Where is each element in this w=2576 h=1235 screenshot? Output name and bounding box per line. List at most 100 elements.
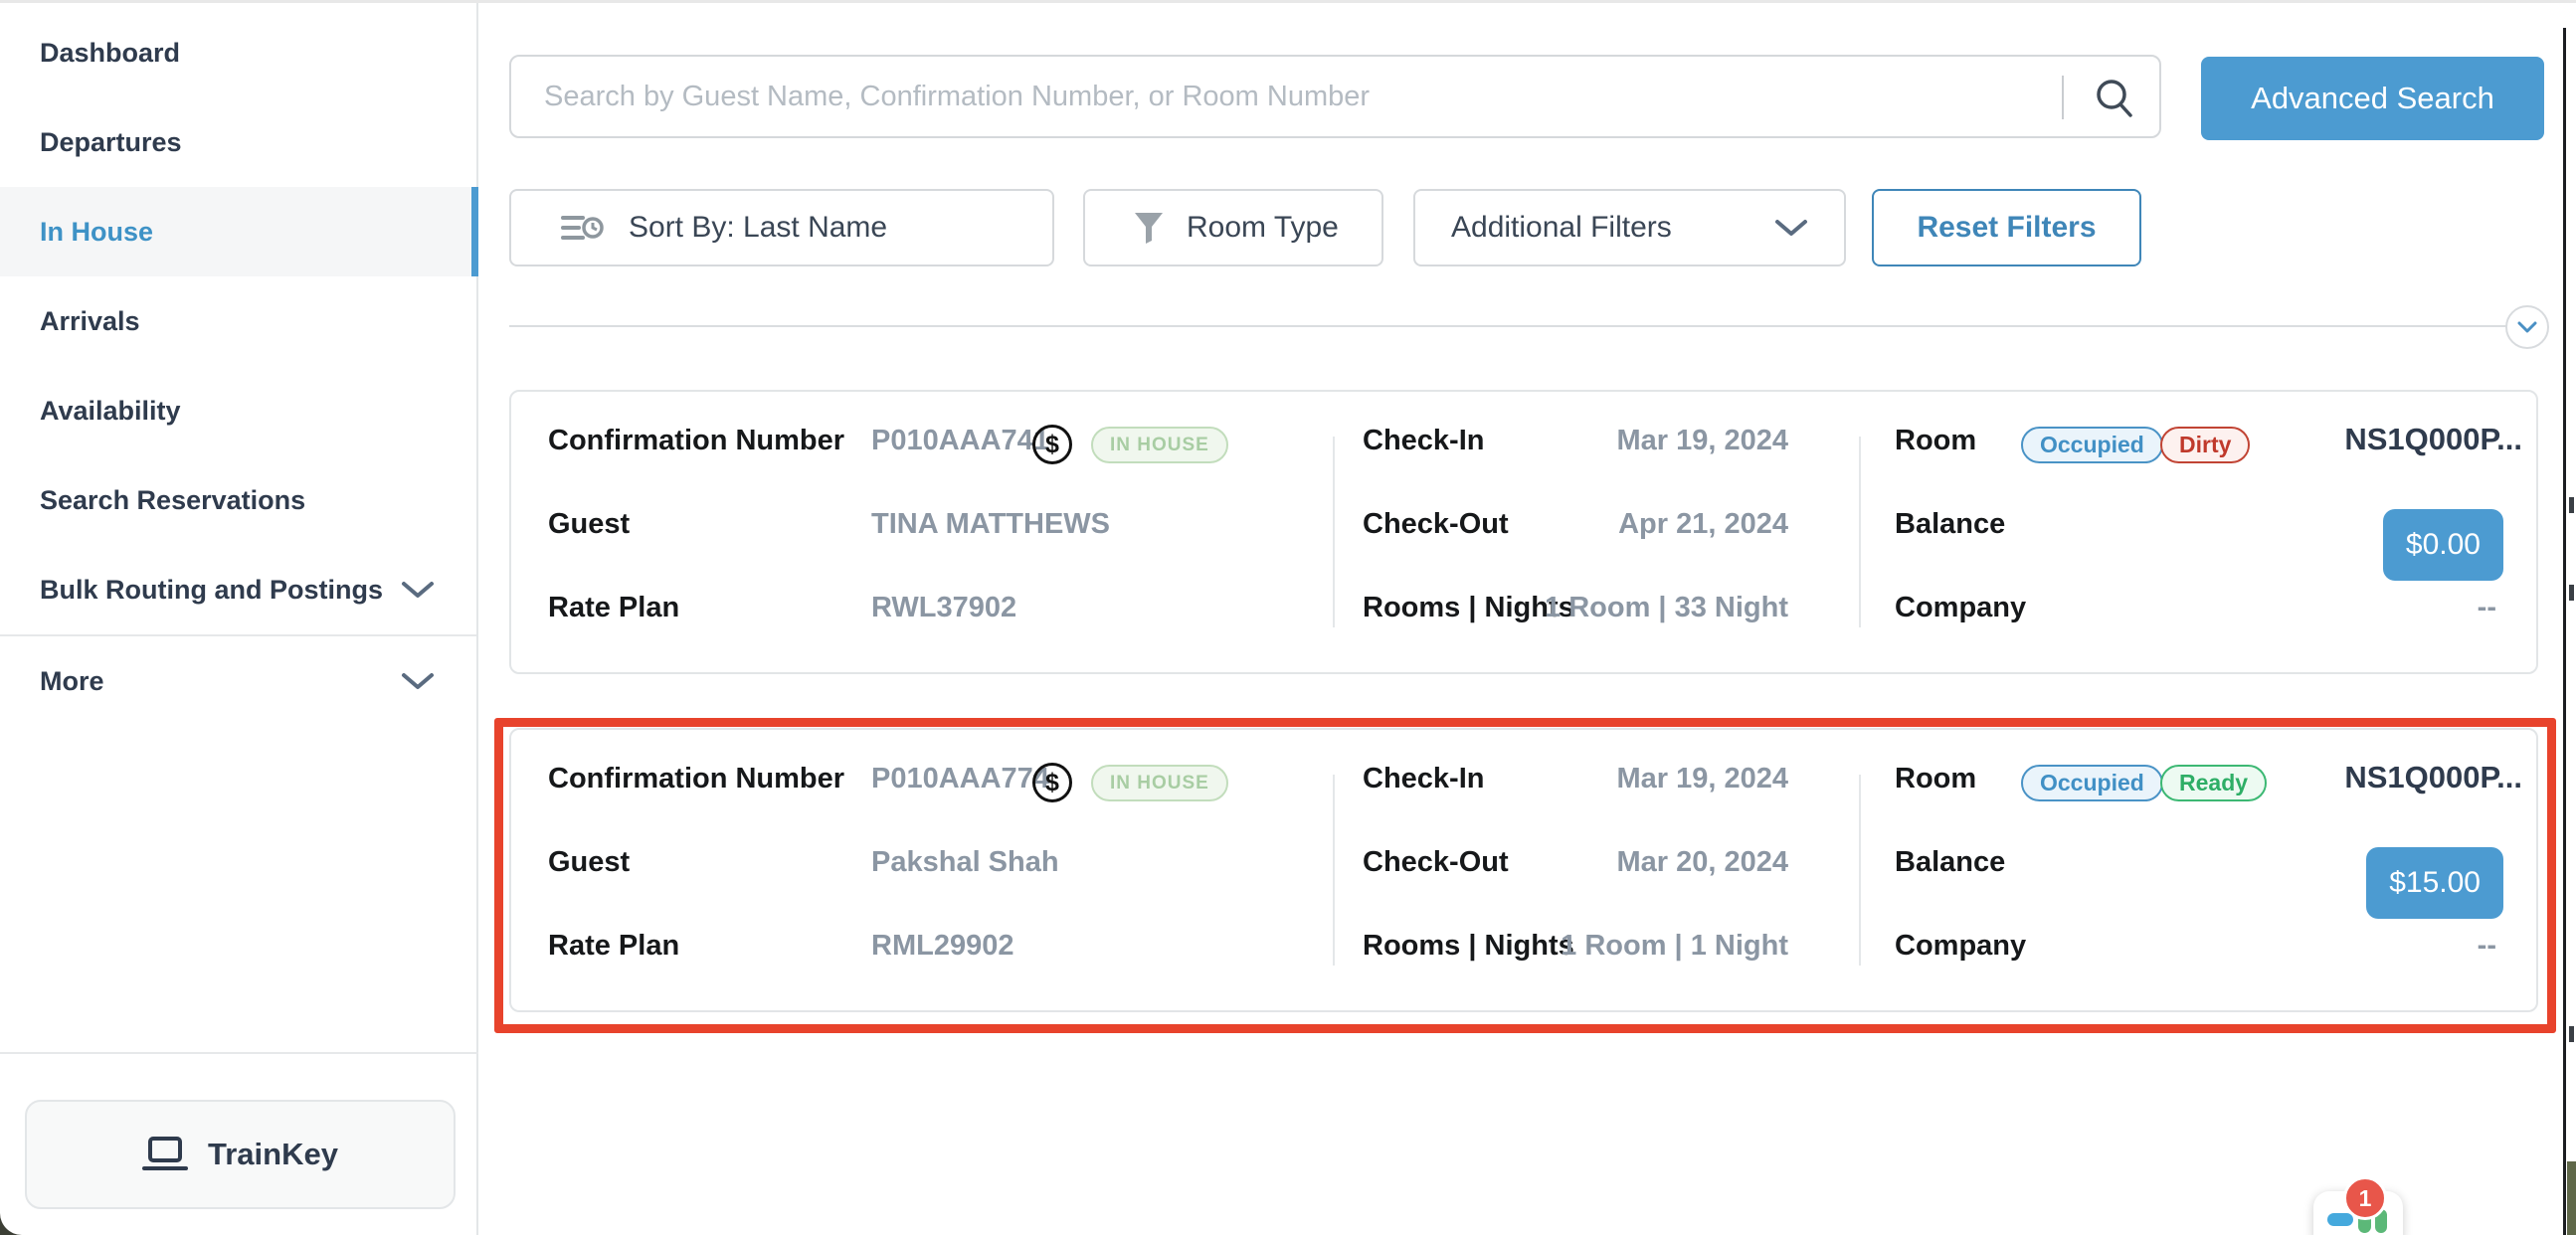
confirmation-number[interactable]: P010AAA774: [871, 763, 1049, 795]
collapse-chevron-button[interactable]: [2505, 305, 2549, 349]
sidebar-item-label: Availability: [40, 396, 181, 427]
company-label: Company: [1895, 930, 2026, 963]
desktop-corner-artifact: [2567, 1161, 2576, 1235]
room-type-label: Room Type: [1187, 211, 1339, 245]
status-badge: IN HOUSE: [1091, 765, 1228, 801]
confirmation-label: Confirmation Number: [548, 763, 844, 795]
housekeeping-badge: Ready: [2160, 765, 2267, 801]
rate-plan-label: Rate Plan: [548, 592, 679, 624]
reset-filters-button[interactable]: Reset Filters: [1872, 189, 2141, 266]
sidebar-item-search-reservations[interactable]: Search Reservations: [0, 455, 476, 545]
rate-plan-label: Rate Plan: [548, 930, 679, 963]
check-in-date: Mar 19, 2024: [1616, 425, 1788, 457]
balance-button[interactable]: $0.00: [2383, 509, 2503, 581]
dollar-circle-icon[interactable]: $: [1032, 425, 1072, 464]
sidebar-item-bulk-routing[interactable]: Bulk Routing and Postings: [0, 545, 476, 634]
rate-plan-value: RML29902: [871, 930, 1013, 963]
confirmation-label: Confirmation Number: [548, 425, 844, 457]
sidebar-item-availability[interactable]: Availability: [0, 366, 476, 455]
additional-filters-label: Additional Filters: [1451, 211, 1672, 245]
company-value: --: [2478, 592, 2496, 624]
search-input[interactable]: [511, 57, 2159, 136]
card-column-divider: [1333, 775, 1335, 966]
check-out-date: Apr 21, 2024: [1618, 508, 1788, 541]
chevron-down-icon: [1774, 218, 1808, 238]
confirmation-number[interactable]: P010AAA741: [871, 425, 1049, 457]
sort-by-dropdown[interactable]: Sort By: Last Name: [509, 189, 1054, 266]
check-in-label: Check-In: [1363, 763, 1484, 795]
trainkey-button[interactable]: TrainKey: [25, 1100, 456, 1209]
guest-label: Guest: [548, 846, 630, 879]
housekeeping-badge: Dirty: [2160, 427, 2250, 463]
occupancy-badge: Occupied: [2021, 765, 2163, 801]
dollar-glyph: $: [1045, 769, 1059, 797]
balance-label: Balance: [1895, 508, 2005, 541]
search-box: [509, 55, 2161, 138]
room-type-filter[interactable]: Room Type: [1083, 189, 1383, 266]
guest-name: TINA MATTHEWS: [871, 508, 1110, 541]
sidebar-item-more[interactable]: More: [0, 636, 476, 726]
card-column-divider: [1333, 437, 1335, 627]
sidebar-item-arrivals[interactable]: Arrivals: [0, 276, 476, 366]
dollar-glyph: $: [1045, 431, 1059, 459]
sort-icon: [561, 211, 605, 245]
chevron-down-icon: [401, 580, 435, 600]
card-column-divider: [1859, 775, 1861, 966]
sidebar-item-label: Arrivals: [40, 306, 140, 337]
room-label: Room: [1895, 425, 1976, 457]
sidebar-item-label: Dashboard: [40, 38, 180, 69]
trainkey-label: TrainKey: [208, 1137, 338, 1172]
sidebar-nav: Dashboard Departures In House Arrivals A…: [0, 8, 476, 726]
sidebar-item-label: More: [40, 666, 104, 697]
chevron-down-icon: [2517, 321, 2537, 333]
rooms-nights-value: 1 Room | 1 Night: [1561, 930, 1788, 963]
guest-label: Guest: [548, 508, 630, 541]
dollar-circle-icon[interactable]: $: [1032, 763, 1072, 802]
laptop-icon: [142, 1137, 188, 1172]
background-window-artifact: [2569, 1026, 2574, 1042]
section-divider: [509, 325, 2510, 327]
additional-filters-dropdown[interactable]: Additional Filters: [1413, 189, 1846, 266]
check-in-date: Mar 19, 2024: [1616, 763, 1788, 795]
balance-button[interactable]: $15.00: [2366, 847, 2503, 919]
check-out-label: Check-Out: [1363, 508, 1509, 541]
search-icon[interactable]: [2093, 77, 2136, 120]
check-out-date: Mar 20, 2024: [1616, 846, 1788, 879]
search-divider: [2062, 76, 2064, 119]
funnel-icon: [1133, 211, 1165, 245]
room-number: NS1Q000P...: [2344, 760, 2522, 795]
sidebar-bottom-divider: [0, 1052, 478, 1054]
occupancy-badge: Occupied: [2021, 427, 2163, 463]
card-column-divider: [1859, 437, 1861, 627]
sidebar-item-label: In House: [40, 217, 153, 248]
room-number: NS1Q000P...: [2344, 422, 2522, 457]
reservation-card[interactable]: Confirmation Number P010AAA774 $ IN HOUS…: [509, 728, 2538, 1012]
sort-by-label: Sort By: Last Name: [629, 211, 887, 245]
sidebar-item-label: Search Reservations: [40, 485, 305, 516]
sidebar-item-label: Departures: [40, 127, 182, 158]
sidebar-item-label: Bulk Routing and Postings: [40, 575, 383, 606]
advanced-search-button[interactable]: Advanced Search: [2201, 57, 2544, 140]
notification-badge: 1: [2343, 1176, 2387, 1220]
sidebar-item-dashboard[interactable]: Dashboard: [0, 8, 476, 97]
slack-icon: [2327, 1213, 2353, 1226]
sidebar: Dashboard Departures In House Arrivals A…: [0, 3, 478, 1235]
app-window: Dashboard Departures In House Arrivals A…: [0, 0, 2576, 1235]
background-window-artifact: [2569, 585, 2574, 601]
sidebar-item-in-house[interactable]: In House: [0, 187, 476, 276]
chevron-down-icon: [401, 671, 435, 691]
guest-name: Pakshal Shah: [871, 846, 1059, 879]
reservation-card[interactable]: Confirmation Number P010AAA741 $ IN HOUS…: [509, 390, 2538, 674]
balance-label: Balance: [1895, 846, 2005, 879]
check-in-label: Check-In: [1363, 425, 1484, 457]
sidebar-item-departures[interactable]: Departures: [0, 97, 476, 187]
background-window-artifact: [2569, 497, 2574, 513]
company-value: --: [2478, 930, 2496, 963]
check-out-label: Check-Out: [1363, 846, 1509, 879]
rooms-nights-label: Rooms | Nights: [1363, 930, 1574, 963]
window-edge: [2563, 28, 2566, 1235]
room-label: Room: [1895, 763, 1976, 795]
rooms-nights-label: Rooms | Nights: [1363, 592, 1574, 624]
rooms-nights-value: 1 Room | 33 Night: [1545, 592, 1788, 624]
company-label: Company: [1895, 592, 2026, 624]
